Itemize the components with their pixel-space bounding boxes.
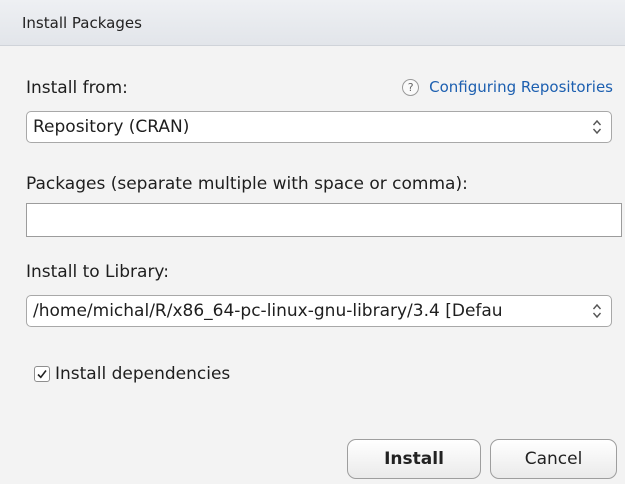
updown-arrows-icon <box>592 119 602 135</box>
install-button[interactable]: Install <box>347 439 481 479</box>
dialog-title: Install Packages <box>22 14 142 32</box>
help-icon: ? <box>402 78 420 96</box>
checkmark-icon <box>37 370 47 379</box>
install-dependencies-checkbox[interactable] <box>34 366 50 382</box>
cancel-button[interactable]: Cancel <box>490 439 617 479</box>
configuring-repositories-label[interactable]: Configuring Repositories <box>429 78 613 96</box>
dialog-titlebar: Install Packages <box>0 0 625 46</box>
install-dependencies-option[interactable]: Install dependencies <box>34 364 230 384</box>
install-from-value: Repository (CRAN) <box>33 117 190 137</box>
packages-input[interactable] <box>26 203 622 237</box>
install-library-value: /home/michal/R/x86_64-pc-linux-gnu-libra… <box>33 301 503 321</box>
install-from-label: Install from: <box>26 78 128 98</box>
install-dependencies-label: Install dependencies <box>55 364 231 384</box>
install-from-select[interactable]: Repository (CRAN) <box>26 111 612 143</box>
install-library-label: Install to Library: <box>26 262 169 282</box>
configuring-repositories-link[interactable]: ? Configuring Repositories <box>402 78 613 96</box>
install-library-select[interactable]: /home/michal/R/x86_64-pc-linux-gnu-libra… <box>26 295 612 327</box>
updown-arrows-icon <box>592 303 602 319</box>
packages-label: Packages (separate multiple with space o… <box>26 174 468 194</box>
